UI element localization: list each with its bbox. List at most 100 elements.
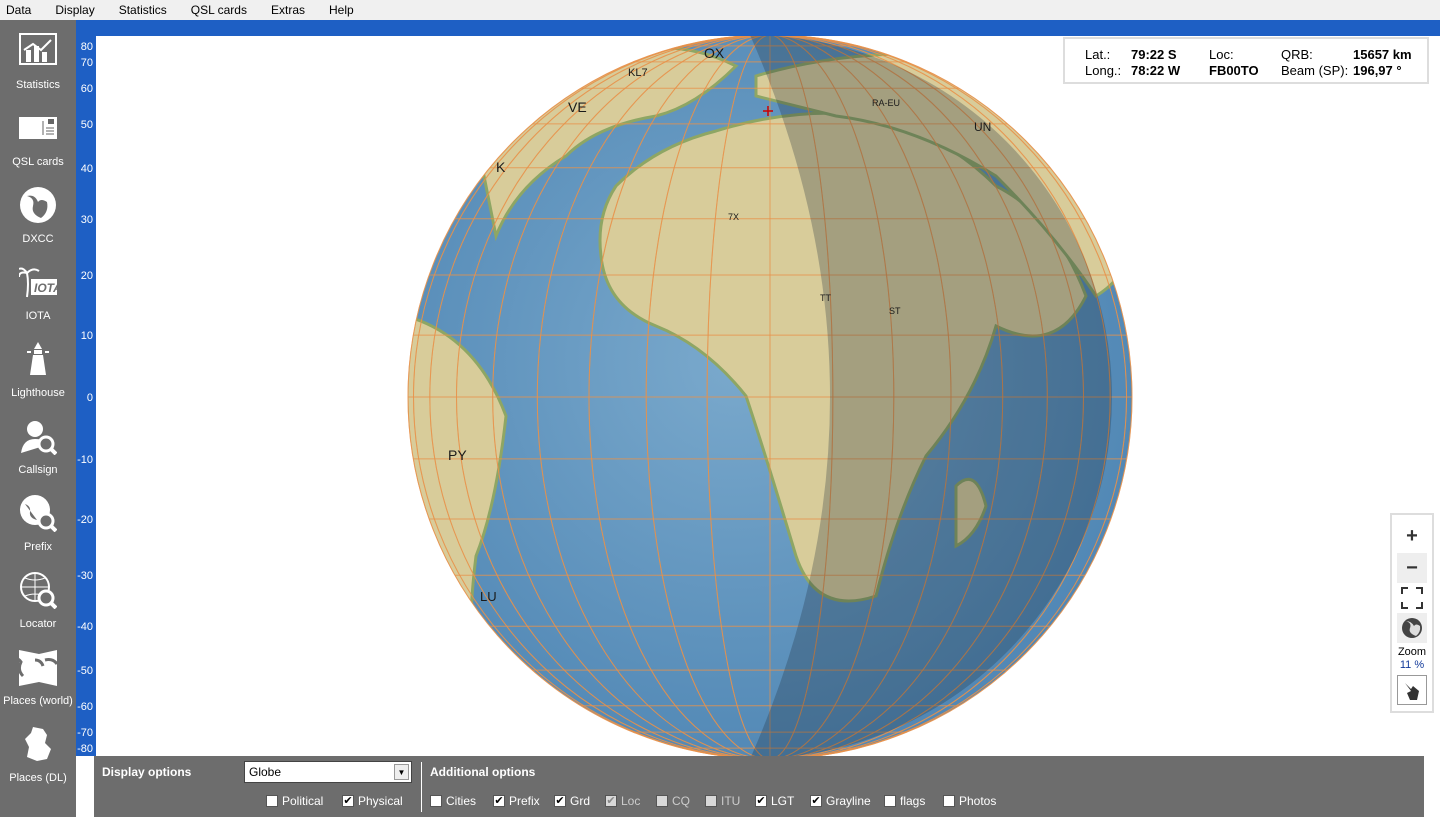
checkbox-grd[interactable]: ✔ Grd	[554, 794, 590, 808]
latitude-tick: 70	[80, 56, 93, 69]
zoom-label: Zoom	[1397, 646, 1427, 658]
zoom-out-button[interactable]: −	[1397, 553, 1427, 583]
sidebar-item-label: IOTA	[25, 310, 51, 322]
latitude-tick: 0	[86, 392, 93, 404]
checkbox-label: CQ	[672, 794, 690, 808]
iota-palm-icon: IOTA	[19, 267, 57, 298]
sidebar-item-prefix[interactable]: Prefix	[0, 482, 76, 559]
prefix-search-icon	[20, 495, 57, 532]
hand-icon	[1405, 683, 1419, 700]
latitude-axis: 80 70 60 50 40 30 20 10 0 -10 -20 -30 -40 -50 -60 -70 -8…	[76, 36, 96, 756]
long-value: 78:22 W	[1131, 63, 1181, 78]
latitude-tick: 10	[80, 330, 93, 343]
qsl-card-icon	[19, 117, 57, 139]
prefix-label: ST	[889, 306, 901, 316]
prefix-label: TT	[820, 293, 831, 303]
menu-extras[interactable]: Extras	[265, 0, 317, 20]
checkbox-label: Grayline	[826, 794, 871, 808]
sidebar-item-qsl-cards[interactable]: QSL cards	[0, 97, 76, 174]
latitude-tick: -30	[77, 570, 93, 583]
menu-statistics[interactable]: Statistics	[113, 0, 179, 20]
sidebar-item-label: Places (world)	[3, 695, 73, 707]
menu-qsl-cards[interactable]: QSL cards	[185, 0, 259, 20]
callsign-search-icon	[21, 421, 57, 455]
checkbox-label: Prefix	[509, 794, 540, 808]
long-label: Long.:	[1085, 63, 1122, 78]
latitude-tick: -80	[77, 743, 93, 756]
latitude-tick: 40	[80, 162, 93, 175]
checkbox-political[interactable]: Political	[266, 794, 323, 808]
fullscreen-button[interactable]	[1397, 583, 1427, 613]
sidebar-item-callsign[interactable]: Callsign	[0, 405, 76, 482]
checkbox-label: Loc	[621, 794, 641, 808]
loc-value: FB00TO	[1209, 63, 1259, 78]
sidebar: Statistics QSL cards DXCC IOTA IOTA Lighthous…	[0, 20, 76, 817]
prefix-label: 7X	[728, 212, 739, 222]
checkbox-icon	[430, 795, 442, 807]
sidebar-item-label: DXCC	[22, 233, 54, 245]
checkbox-prefix[interactable]: ✔ Prefix	[493, 794, 540, 808]
sidebar-item-lighthouse[interactable]: Lighthouse	[0, 328, 76, 405]
checkbox-cq: CQ	[656, 794, 690, 808]
display-mode-value: Globe	[249, 765, 282, 779]
prefix-label: VE	[568, 99, 587, 115]
beam-label: Beam (SP):	[1281, 63, 1349, 78]
checkbox-label: Political	[282, 794, 324, 808]
sidebar-item-label: Callsign	[18, 464, 58, 476]
checkbox-flags[interactable]: flags	[884, 794, 925, 808]
sidebar-item-places-world[interactable]: Places (world)	[0, 636, 76, 713]
checkbox-physical[interactable]: ✔ Physical	[342, 794, 403, 808]
zoom-value: 11 %	[1399, 659, 1425, 671]
latitude-tick: 50	[80, 118, 93, 131]
checkbox-lgt[interactable]: ✔ LGT	[755, 794, 794, 808]
menu-help[interactable]: Help	[323, 0, 366, 20]
display-mode-select[interactable]: Globe ▼	[244, 761, 412, 783]
checkbox-grayline[interactable]: ✔ Grayline	[810, 794, 871, 808]
checkbox-cities[interactable]: Cities	[430, 794, 476, 808]
qrb-label: QRB:	[1281, 47, 1313, 62]
checkbox-icon: ✔	[605, 795, 617, 807]
checkbox-label: ITU	[721, 794, 741, 808]
svg-text:IOTA: IOTA	[34, 281, 57, 295]
sidebar-item-statistics[interactable]: Statistics	[0, 20, 76, 97]
checkbox-icon: ✔	[342, 795, 354, 807]
lat-label: Lat.:	[1085, 47, 1111, 62]
world-map-icon	[19, 650, 57, 686]
checkbox-icon	[656, 795, 668, 807]
prefix-label: OX	[704, 45, 725, 61]
checkbox-icon: ✔	[554, 795, 566, 807]
sidebar-item-places-dl[interactable]: Places (DL)	[0, 713, 76, 790]
zoom-in-button[interactable]: +	[1397, 521, 1427, 551]
menu-data[interactable]: Data	[0, 0, 43, 20]
sidebar-item-label: Places (DL)	[9, 772, 67, 784]
statistics-icon	[19, 33, 57, 65]
display-options-label: Display options	[102, 765, 192, 779]
sidebar-item-locator[interactable]: Locator	[0, 559, 76, 636]
sidebar-item-iota[interactable]: IOTA IOTA	[0, 251, 76, 328]
additional-options-label: Additional options	[430, 765, 536, 779]
menu-display[interactable]: Display	[49, 0, 106, 20]
checkbox-icon	[266, 795, 278, 807]
prefix-label: K	[496, 159, 506, 175]
coordinate-info-panel: Lat.: 79:22 S Long.: 78:22 W Loc: FB00TO…	[1063, 37, 1429, 84]
globe-map[interactable]: OX KL7 VE K RA-EU UN 7X TT ST PY LU	[96, 36, 1440, 756]
globe-icon	[20, 187, 56, 223]
sidebar-item-dxcc[interactable]: DXCC	[0, 174, 76, 251]
checkbox-photos[interactable]: Photos	[943, 794, 996, 808]
globe-view-button[interactable]	[1397, 613, 1427, 643]
latitude-tick: -20	[77, 513, 93, 526]
prefix-label: RA-EU	[872, 98, 900, 108]
latitude-tick: 60	[80, 83, 93, 96]
loc-label: Loc:	[1209, 47, 1234, 62]
latitude-tick: 20	[80, 270, 93, 283]
latitude-tick: -50	[77, 665, 93, 678]
beam-value: 196,97 °	[1353, 63, 1402, 78]
globe-icon	[1402, 618, 1422, 638]
title-strip	[76, 20, 1440, 36]
checkbox-icon: ✔	[810, 795, 822, 807]
pan-hand-button[interactable]	[1397, 675, 1427, 705]
prefix-label: KL7	[628, 67, 648, 79]
fullscreen-icon	[1401, 587, 1423, 609]
chevron-down-icon: ▼	[394, 764, 409, 780]
checkbox-label: LGT	[771, 794, 795, 808]
